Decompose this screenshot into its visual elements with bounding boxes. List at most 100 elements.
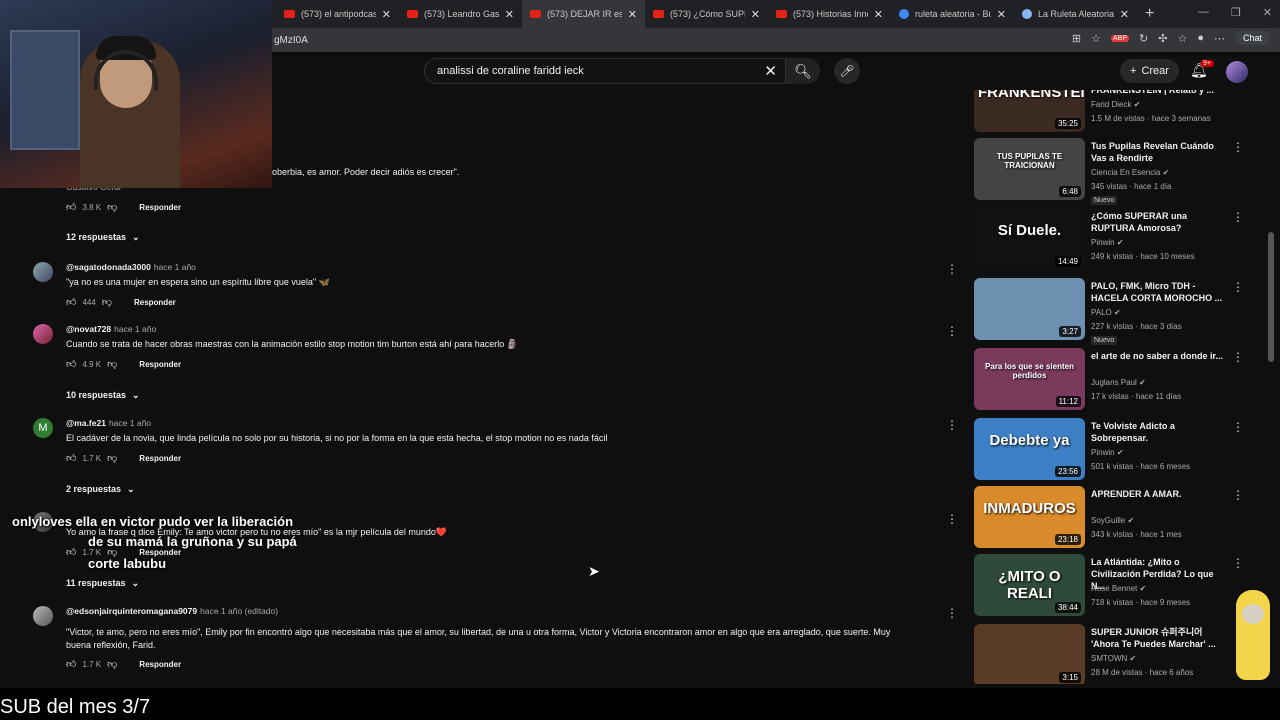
url-text[interactable]: gMzI0A xyxy=(274,35,308,46)
video-menu-icon[interactable]: ⋮ xyxy=(1232,420,1244,434)
video-title[interactable]: APRENDER A AMAR. xyxy=(1091,488,1229,500)
reply-button[interactable]: Responder xyxy=(139,360,181,369)
related-video-item[interactable]: 3:15 SUPER JUNIOR 슈퍼주니어 'Ahora Te Puedes… xyxy=(974,624,1264,684)
video-title[interactable]: SUPER JUNIOR 슈퍼주니어 'Ahora Te Puedes Marc… xyxy=(1091,626,1229,650)
close-window-button[interactable]: ✕ xyxy=(1263,6,1272,19)
comment-menu-icon[interactable]: ⋮ xyxy=(946,324,958,338)
video-thumbnail[interactable]: 3:15 xyxy=(974,624,1085,684)
related-video-item[interactable]: 3:27 PALO, FMK, Micro TDH - HACELA CORTA… xyxy=(974,278,1264,345)
comment-author[interactable]: @novat728 hace 1 año xyxy=(66,324,156,334)
browser-tab[interactable]: ruleta aleatoria - Búsqu ✕ xyxy=(891,0,1014,28)
replies-toggle[interactable]: 10 respuestas ⌄ xyxy=(66,390,140,401)
close-tab-icon[interactable]: ✕ xyxy=(628,8,637,21)
comment-author[interactable]: @sagatodonada3000 hace 1 año xyxy=(66,262,196,272)
dislike-icon[interactable]: 👎︎ xyxy=(102,296,112,308)
close-tab-icon[interactable]: ✕ xyxy=(1120,8,1129,21)
dislike-icon[interactable]: 👎︎ xyxy=(107,658,117,670)
close-tab-icon[interactable]: ✕ xyxy=(382,8,391,21)
like-icon[interactable]: 👍︎ xyxy=(66,358,76,370)
video-menu-icon[interactable]: ⋮ xyxy=(1232,210,1244,224)
channel-name[interactable]: PALO ✔ xyxy=(1091,308,1121,317)
extensions-icon[interactable]: ✣ xyxy=(1158,32,1167,45)
dislike-icon[interactable]: 👎︎ xyxy=(107,452,117,464)
related-video-item[interactable]: ¿MITO O REALI 38:44 La Atlántida: ¿Mito … xyxy=(974,554,1264,618)
video-thumbnail[interactable]: Debebte ya 23:56 xyxy=(974,418,1085,480)
related-video-item[interactable]: TUS PUPILAS TE TRAICIONAN 6:48 Tus Pupil… xyxy=(974,138,1264,205)
new-tab-button[interactable]: + xyxy=(1145,5,1154,23)
channel-name[interactable]: SMTOWN ✔ xyxy=(1091,654,1136,663)
scrollbar[interactable] xyxy=(1268,232,1274,362)
video-menu-icon[interactable]: ⋮ xyxy=(1232,140,1244,154)
account-avatar[interactable] xyxy=(1226,61,1248,83)
video-title[interactable]: FRANKENSTEIN | Relato y ... xyxy=(1091,90,1229,96)
avatar[interactable] xyxy=(33,262,53,282)
replies-toggle[interactable]: 2 respuestas ⌄ xyxy=(66,484,135,495)
like-icon[interactable]: 👍︎ xyxy=(66,546,76,558)
channel-name[interactable]: SoyGuille ✔ xyxy=(1091,516,1134,525)
search-input[interactable]: analissi de coraline faridd ieck ✕ xyxy=(424,58,786,84)
channel-name[interactable]: Pinwin ✔ xyxy=(1091,238,1124,247)
video-menu-icon[interactable]: ⋮ xyxy=(1232,556,1244,570)
profile-icon[interactable]: ● xyxy=(1197,32,1204,44)
avatar[interactable] xyxy=(33,324,53,344)
install-icon[interactable]: ⊞ xyxy=(1072,32,1081,45)
video-menu-icon[interactable]: ⋮ xyxy=(1232,350,1244,364)
related-video-item[interactable]: Para los que se sienten perdidos 11:12 e… xyxy=(974,348,1264,412)
video-title[interactable]: Te Volviste Adicto a Sobrepensar. xyxy=(1091,420,1229,444)
favorites-icon[interactable]: ☆ xyxy=(1177,32,1187,45)
clear-search-icon[interactable]: ✕ xyxy=(764,62,777,80)
comment-menu-icon[interactable]: ⋮ xyxy=(946,512,958,526)
browser-tab[interactable]: (573) ¿Cómo SUPERAR ✕ xyxy=(645,0,768,28)
related-video-item[interactable]: Sí Duele. 14:49 ¿Cómo SUPERAR una RUPTUR… xyxy=(974,208,1264,272)
browser-tab[interactable]: (573) DEJAR IR es un AC ✕ xyxy=(522,0,645,28)
reply-button[interactable]: Responder xyxy=(139,454,181,463)
reload-extension-icon[interactable]: ↻ xyxy=(1139,32,1148,45)
close-tab-icon[interactable]: ✕ xyxy=(505,8,514,21)
bookmark-star-icon[interactable]: ☆ xyxy=(1091,32,1101,45)
video-menu-icon[interactable]: ⋮ xyxy=(1232,280,1244,294)
avatar[interactable]: M xyxy=(33,418,53,438)
like-icon[interactable]: 👍︎ xyxy=(66,658,76,670)
search-button[interactable]: 🔍︎ xyxy=(786,58,820,84)
video-title[interactable]: el arte de no saber a donde ir... xyxy=(1091,350,1229,362)
video-menu-icon[interactable]: ⋮ xyxy=(1232,488,1244,502)
avatar[interactable] xyxy=(33,606,53,626)
comment-author[interactable]: @edsonjairquinteromagana9079 hace 1 año (… xyxy=(66,606,278,616)
chat-button[interactable]: Chat xyxy=(1234,31,1270,45)
reply-button[interactable]: Responder xyxy=(139,203,181,212)
maximize-button[interactable]: ❐ xyxy=(1231,6,1241,19)
comment-author[interactable]: @ma.fe21 hace 1 año xyxy=(66,418,151,428)
channel-name[interactable]: Ciencia En Esencia ✔ xyxy=(1091,168,1169,177)
dislike-icon[interactable]: 👎︎ xyxy=(107,358,117,370)
channel-name[interactable]: Farid Dieck ✔ xyxy=(1091,100,1140,109)
dislike-icon[interactable]: 👎︎ xyxy=(107,201,117,213)
comment-menu-icon[interactable]: ⋮ xyxy=(946,418,958,432)
replies-toggle[interactable]: 12 respuestas ⌄ xyxy=(66,232,140,243)
video-thumbnail[interactable]: ¿MITO O REALI 38:44 xyxy=(974,554,1085,616)
channel-name[interactable]: Rose Bennet ✔ xyxy=(1091,584,1146,593)
browser-tab[interactable]: (573) Historias Innecesa ✕ xyxy=(768,0,891,28)
channel-name[interactable]: Pinwin ✔ xyxy=(1091,448,1124,457)
video-title[interactable]: Tus Pupilas Revelan Cuándo Vas a Rendirt… xyxy=(1091,140,1229,164)
related-video-item[interactable]: INMADUROS 23:18 APRENDER A AMAR. SoyGuill… xyxy=(974,486,1264,550)
adblock-icon[interactable]: ABP xyxy=(1111,34,1130,42)
reply-button[interactable]: Responder xyxy=(139,660,181,669)
replies-toggle[interactable]: 11 respuestas ⌄ xyxy=(66,578,139,589)
browser-tab[interactable]: (573) el antipodcast sire ✕ xyxy=(276,0,399,28)
video-thumbnail[interactable]: INMADUROS 23:18 xyxy=(974,486,1085,548)
video-title[interactable]: ¿Cómo SUPERAR una RUPTURA Amorosa? xyxy=(1091,210,1229,234)
video-thumbnail[interactable]: FRANKENSTEI 35:25 xyxy=(974,90,1085,132)
comment-menu-icon[interactable]: ⋮ xyxy=(946,262,958,276)
video-thumbnail[interactable]: 3:27 xyxy=(974,278,1085,340)
comment-menu-icon[interactable]: ⋮ xyxy=(946,606,958,620)
video-thumbnail[interactable]: Sí Duele. 14:49 xyxy=(974,208,1085,270)
reply-button[interactable]: Responder xyxy=(134,298,176,307)
close-tab-icon[interactable]: ✕ xyxy=(751,8,760,21)
close-tab-icon[interactable]: ✕ xyxy=(874,8,883,21)
video-thumbnail[interactable]: TUS PUPILAS TE TRAICIONAN 6:48 xyxy=(974,138,1085,200)
video-thumbnail[interactable]: Para los que se sienten perdidos 11:12 xyxy=(974,348,1085,410)
browser-tab[interactable]: La Ruleta Aleatoria ✕ xyxy=(1014,0,1137,28)
like-icon[interactable]: 👍︎ xyxy=(66,201,76,213)
voice-search-button[interactable]: 🎤︎ xyxy=(834,58,860,84)
video-title[interactable]: PALO, FMK, Micro TDH - HACELA CORTA MORO… xyxy=(1091,280,1229,304)
